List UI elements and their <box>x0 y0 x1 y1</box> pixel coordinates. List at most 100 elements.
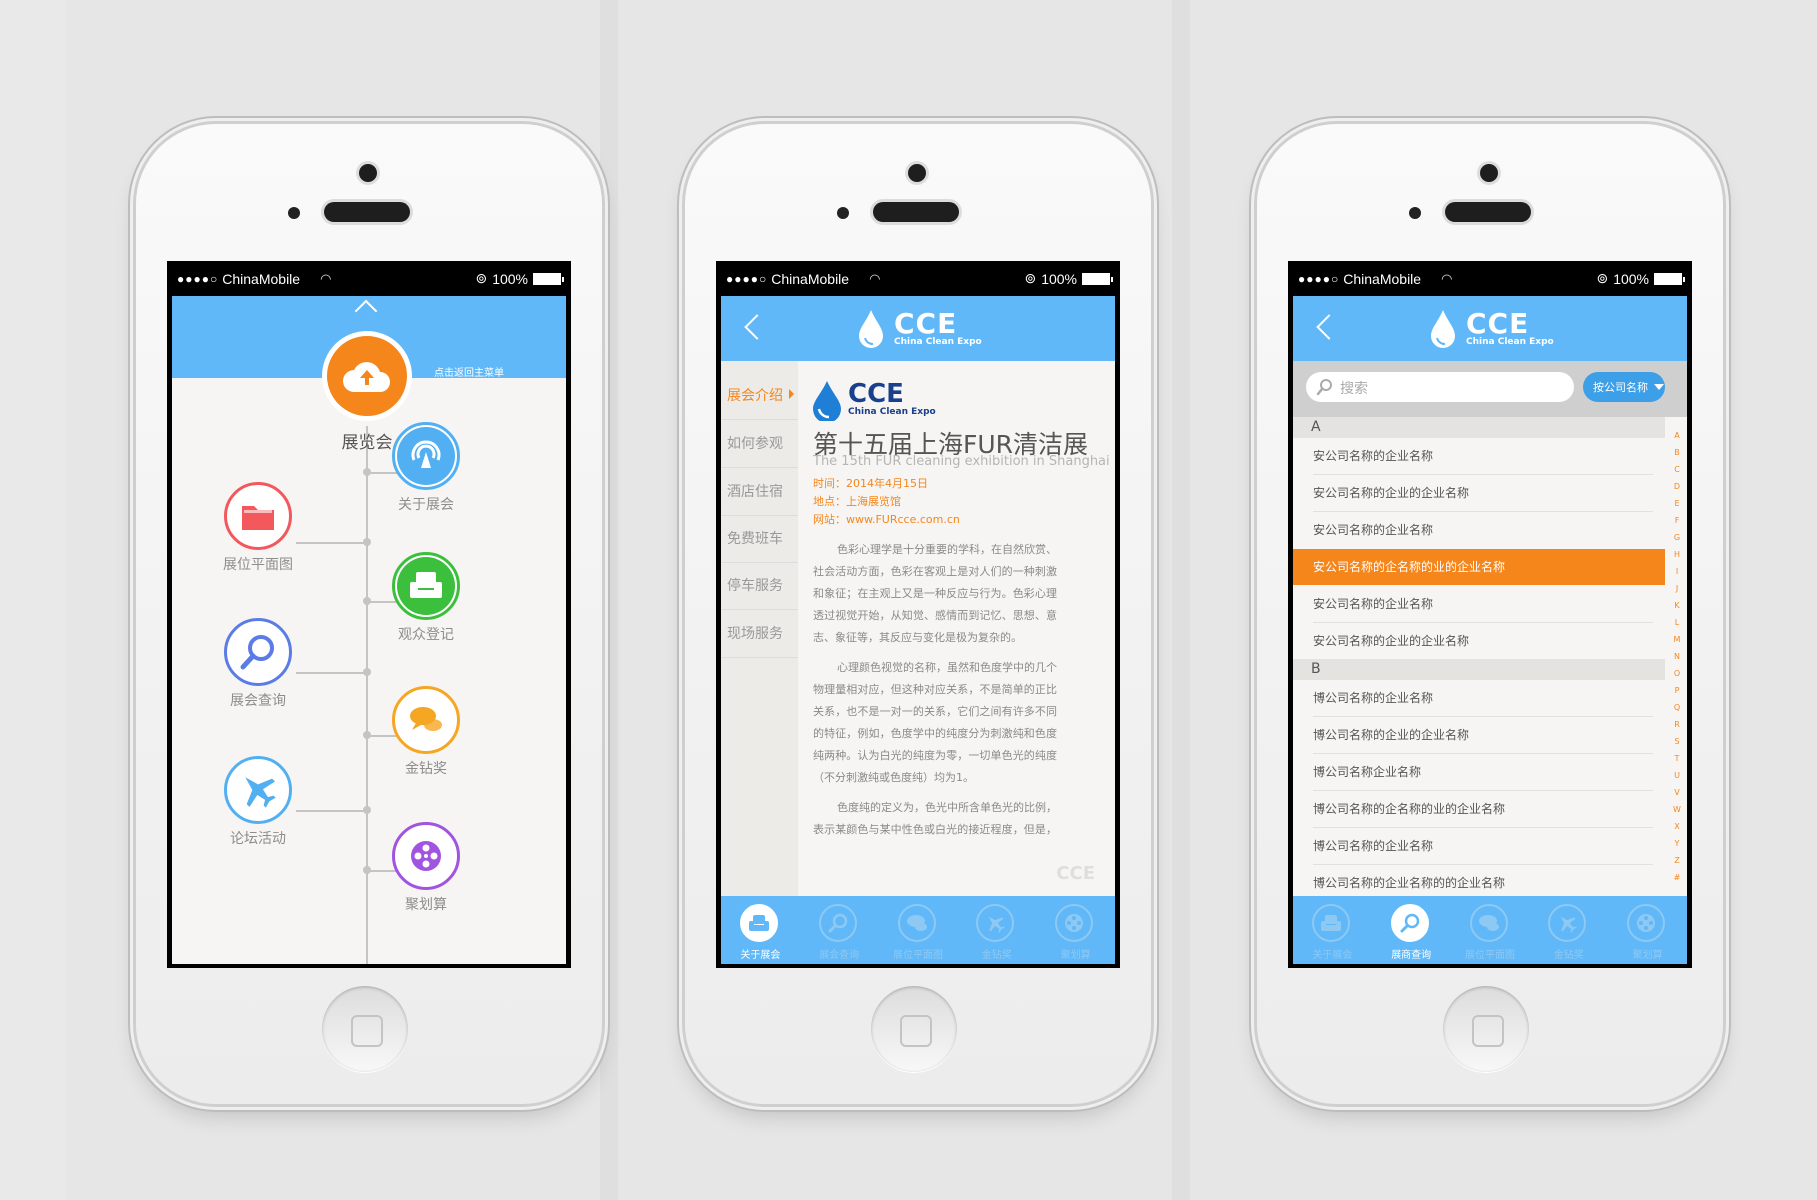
tab-label: 展会查询 <box>819 950 860 961</box>
return-main-hint[interactable]: 点击返回主菜单 <box>434 364 504 379</box>
list-item[interactable]: 安公司名称的企业名称 <box>1293 586 1665 622</box>
expo-search-label: 展会查询 <box>230 693 286 709</box>
list-item[interactable]: 博公司名称的企业的企业名称 <box>1293 717 1665 753</box>
exhibitor-search-app: CCE China Clean Expo 搜索 按公司名称 A 安公司名称的企业… <box>1293 296 1687 964</box>
tab-diamond-award[interactable]: 金钻奖 <box>1529 896 1608 964</box>
alphabet-index-letter[interactable]: J <box>1668 584 1686 593</box>
search-input[interactable]: 搜索 <box>1306 372 1574 402</box>
back-chevron-icon[interactable] <box>744 314 770 340</box>
alphabet-index-letter[interactable]: P <box>1668 686 1686 695</box>
sort-dropdown[interactable]: 按公司名称 <box>1583 372 1665 402</box>
alphabet-index-letter[interactable]: Z <box>1668 856 1686 865</box>
sidebar-item-shuttle[interactable]: 免费班车 <box>727 528 783 548</box>
tab-about-expo[interactable]: 关于展会 <box>721 896 800 964</box>
tab-exhibitor-search[interactable]: 展商查询 <box>1372 896 1451 964</box>
expo-search-button[interactable] <box>224 618 292 686</box>
divider <box>721 467 798 468</box>
tab-about-expo[interactable]: 关于展会 <box>1293 896 1372 964</box>
home-button[interactable] <box>322 986 408 1072</box>
visitor-registration-button[interactable] <box>392 552 460 620</box>
alphabet-index-letter[interactable]: R <box>1668 720 1686 729</box>
list-item[interactable]: 安公司名称的企业的企业名称 <box>1293 475 1665 511</box>
alphabet-index-letter[interactable]: B <box>1668 448 1686 457</box>
list-item[interactable]: 安公司名称的企业名称 <box>1293 512 1665 548</box>
alphabet-index-letter[interactable]: X <box>1668 822 1686 831</box>
list-item[interactable]: 博公司名称的企业名称 <box>1293 680 1665 716</box>
alphabet-index-letter[interactable]: I <box>1668 567 1686 576</box>
alphabet-index-letter[interactable]: N <box>1668 652 1686 661</box>
alphabet-index-letter[interactable]: E <box>1668 499 1686 508</box>
list-item[interactable]: 安公司名称的企业名称 <box>1293 438 1665 474</box>
status-bar: ●●●●○ ChinaMobile ◠ ⊚ 100% <box>716 261 1120 296</box>
chat-icon <box>897 904 936 942</box>
expo-main-button[interactable] <box>322 331 412 421</box>
alphabet-index-letter[interactable]: F <box>1668 516 1686 525</box>
forum-events-button[interactable] <box>224 756 292 824</box>
timeline-line <box>366 426 368 964</box>
logo-text: CCE <box>894 307 958 340</box>
list-item[interactable]: 博公司名称的企业名称 <box>1293 828 1665 864</box>
tab-group-buy[interactable]: 聚划算 <box>1036 896 1115 964</box>
alphabet-index-letter[interactable]: U <box>1668 771 1686 780</box>
home-button[interactable] <box>1443 986 1529 1072</box>
alphabet-index-letter[interactable]: Y <box>1668 839 1686 848</box>
alphabet-index-letter[interactable]: V <box>1668 788 1686 797</box>
chevron-up-icon[interactable] <box>354 299 378 323</box>
proximity-sensor <box>837 207 849 219</box>
sofa-icon <box>1312 904 1350 942</box>
sidebar-item-hotel[interactable]: 酒店住宿 <box>727 481 783 501</box>
alphabet-index-letter[interactable]: L <box>1668 618 1686 627</box>
app-header: CCE China Clean Expo <box>721 296 1115 361</box>
front-camera <box>359 164 377 182</box>
earpiece-speaker <box>1445 202 1531 222</box>
alphabet-index-letter[interactable]: O <box>1668 669 1686 678</box>
airplane-icon <box>976 904 1015 942</box>
alphabet-index-letter[interactable]: S <box>1668 737 1686 746</box>
logo-text: CCE <box>1466 307 1530 340</box>
battery-percent: 100% <box>492 270 528 287</box>
alphabet-index-letter[interactable]: M <box>1668 635 1686 644</box>
tab-expo-search[interactable]: 展会查询 <box>800 896 879 964</box>
tab-group-buy[interactable]: 聚划算 <box>1608 896 1687 964</box>
about-expo-button[interactable] <box>392 422 460 490</box>
timeline-node <box>363 806 371 814</box>
intro-paragraph: 心理颜色视觉的名称，虽然和色度学中的几个物理量相对应，但这种对应关系，不是简单的… <box>813 661 1057 784</box>
sidebar-item-visit[interactable]: 如何参观 <box>727 433 783 453</box>
alphabet-index-letter[interactable]: H <box>1668 550 1686 559</box>
alphabet-index-letter[interactable]: W <box>1668 805 1686 814</box>
home-button[interactable] <box>871 986 957 1072</box>
section-header-b: B <box>1293 659 1665 680</box>
alphabet-index-letter[interactable]: G <box>1668 533 1686 542</box>
sidebar-item-onsite[interactable]: 现场服务 <box>727 623 783 643</box>
list-item-selected[interactable]: 安公司名称的企名称的业的企业名称 <box>1293 549 1665 585</box>
tab-diamond-award[interactable]: 金钻奖 <box>957 896 1036 964</box>
alphabet-index-letter[interactable]: D <box>1668 482 1686 491</box>
alphabet-index-letter[interactable]: T <box>1668 754 1686 763</box>
divider <box>721 609 798 610</box>
battery-icon <box>533 272 564 285</box>
tab-booth-map[interactable]: 展位平面图 <box>879 896 958 964</box>
battery-icon <box>1082 272 1113 285</box>
sidebar-item-parking[interactable]: 停车服务 <box>727 575 783 595</box>
alphabet-index-letter[interactable]: K <box>1668 601 1686 610</box>
alphabet-index-letter[interactable]: A <box>1668 431 1686 440</box>
status-bar: ●●●●○ ChinaMobile ◠ ⊚ 100% <box>167 261 571 296</box>
list-item[interactable]: 安公司名称的企业的企业名称 <box>1293 623 1665 659</box>
diamond-award-button[interactable] <box>392 686 460 754</box>
list-item[interactable]: 博公司名称的企名称的业的企业名称 <box>1293 791 1665 827</box>
film-reel-icon <box>1055 904 1094 942</box>
active-arrow-icon <box>789 389 794 399</box>
group-buy-button[interactable] <box>392 822 460 890</box>
tab-booth-map[interactable]: 展位平面图 <box>1451 896 1530 964</box>
alphabet-index-letter[interactable]: Q <box>1668 703 1686 712</box>
app-header: CCE China Clean Expo <box>1293 296 1687 361</box>
alphabet-index-letter[interactable]: C <box>1668 465 1686 474</box>
booth-map-button[interactable] <box>224 482 292 550</box>
expo-website[interactable]: 网站：www.FURcce.com.cn <box>813 511 960 527</box>
expo-date: 时间：2014年4月15日 <box>813 477 928 490</box>
alphabet-index-letter[interactable]: # <box>1668 873 1686 882</box>
back-chevron-icon[interactable] <box>1316 314 1342 340</box>
screen: ●●●●○ ChinaMobile ◠ ⊚ 100% CCE China Cle… <box>716 261 1120 968</box>
sidebar-item-intro[interactable]: 展会介绍 <box>727 385 783 405</box>
list-item[interactable]: 博公司名称企业名称 <box>1293 754 1665 790</box>
